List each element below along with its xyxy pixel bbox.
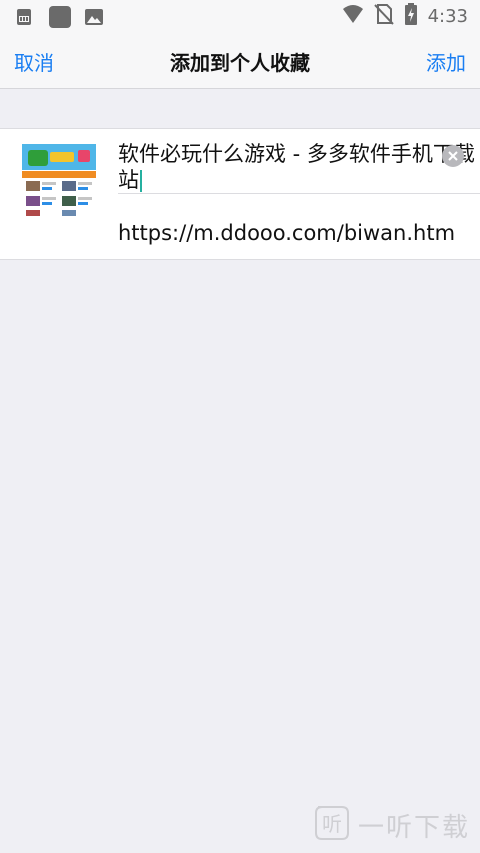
status-left-icons <box>14 5 104 33</box>
field-divider <box>118 193 480 194</box>
nav-bar: 取消 添加到个人收藏 添加 <box>0 33 480 89</box>
no-sim-icon <box>373 3 394 29</box>
text-caret <box>140 170 142 192</box>
site-preview-thumbnail <box>22 144 96 218</box>
image-icon <box>84 7 104 31</box>
watermark: 听 一听下载 <box>312 803 470 847</box>
bookmark-title-input[interactable]: 软件必玩什么游戏 - 多多软件手机下载站 <box>118 141 480 193</box>
status-bar: 4:33 <box>0 0 480 33</box>
bookmark-title-text: 软件必玩什么游戏 - 多多软件手机下载站 <box>118 142 475 192</box>
status-right-icons: 4:33 <box>342 3 468 29</box>
svg-text:听: 听 <box>322 812 342 836</box>
wifi-icon <box>342 4 364 28</box>
status-time: 4:33 <box>427 5 468 27</box>
page-title: 添加到个人收藏 <box>170 51 310 75</box>
ting-logo-icon: 听 <box>312 803 352 847</box>
bookmark-url-field[interactable]: https://m.ddooo.com/biwan.htm <box>118 221 455 245</box>
add-button[interactable]: 添加 <box>426 47 466 76</box>
sim-card-icon <box>14 7 34 31</box>
battery-charging-icon <box>404 3 418 29</box>
bookmark-card: 软件必玩什么游戏 - 多多软件手机下载站 https://m.ddooo.com… <box>0 128 480 260</box>
clear-icon[interactable] <box>442 145 464 167</box>
watermark-text: 一听下载 <box>357 812 470 843</box>
app-square-icon <box>48 5 72 33</box>
